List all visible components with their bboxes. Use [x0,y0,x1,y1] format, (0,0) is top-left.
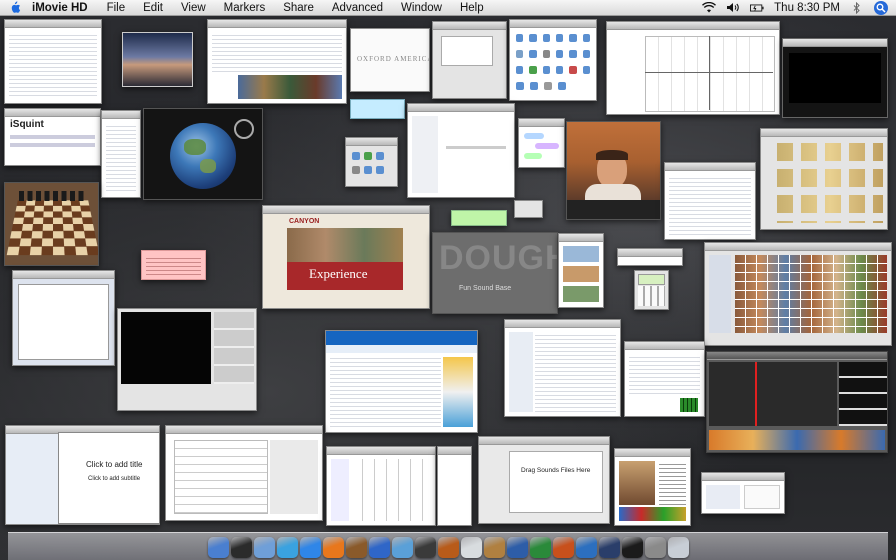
excel-icon[interactable] [529,536,551,558]
oxford-text: OXFORD AMERICAN [357,55,429,63]
experience-text: Experience [309,266,368,281]
address-book-icon[interactable] [483,536,505,558]
terminal-icon[interactable] [621,536,643,558]
bluetooth-icon[interactable] [850,1,864,14]
menu-file[interactable]: File [98,2,135,14]
window-text-list[interactable] [664,162,756,240]
window-webcam[interactable] [566,121,661,220]
window-dough[interactable]: DOUGH Fun Sound Base [432,232,558,314]
window-system-prefs[interactable] [509,19,597,101]
ppt-title: Click to add title [86,460,143,469]
itunes-icon[interactable] [368,536,390,558]
apple-menu-icon[interactable] [6,0,24,16]
dashboard-icon[interactable] [230,536,252,558]
safari-icon[interactable] [299,536,321,558]
window-calculator[interactable] [634,270,669,310]
window-pink-note[interactable] [141,250,206,280]
window-chat-bubbles[interactable] [518,118,565,168]
ichat-icon[interactable] [276,536,298,558]
window-panel-1[interactable] [101,110,141,198]
trash-icon[interactable] [667,536,689,558]
window-drag-sounds[interactable]: Drag Sounds Files Here [478,436,610,524]
canyon-logo: CANYON [289,218,320,225]
window-blank-canvas[interactable] [12,270,115,366]
window-small-pref[interactable] [617,248,683,266]
window-iphoto-grid-small[interactable] [760,128,888,230]
window-photo-strip[interactable] [558,233,604,308]
wifi-icon[interactable] [702,2,717,14]
firefox-icon[interactable] [322,536,344,558]
camino-icon[interactable] [345,536,367,558]
window-mail[interactable] [504,319,621,417]
window-dialog-1[interactable] [432,21,507,99]
drag-text: Drag Sounds Files Here [521,467,591,474]
system-preferences-icon[interactable] [644,536,666,558]
window-green-note[interactable] [451,210,507,226]
menu-edit[interactable]: Edit [134,2,172,14]
window-white-panel[interactable] [437,446,472,526]
isquint-title: iSquint [10,119,44,130]
menu-markers[interactable]: Markers [215,2,275,14]
window-small-icons[interactable] [345,137,398,187]
window-intel-site[interactable] [325,330,478,433]
status-area: Thu 8:30 PM [702,0,896,15]
word-icon[interactable] [506,536,528,558]
powerpoint-icon[interactable] [552,536,574,558]
window-iphoto-library[interactable] [704,242,892,346]
volume-icon[interactable] [726,2,740,14]
window-spreadsheet[interactable] [165,425,323,521]
entourage-icon[interactable] [575,536,597,558]
window-calendar[interactable] [326,446,436,526]
fun-text: Fun Sound Base [459,285,512,292]
window-small-dialog-2[interactable] [514,200,543,218]
mail-icon[interactable] [253,536,275,558]
garageband-icon[interactable] [437,536,459,558]
window-oxford-american[interactable]: OXFORD AMERICAN [350,28,430,92]
window-black-viewer[interactable] [782,38,888,118]
window-activity-monitor[interactable] [624,341,705,417]
window-canyon-site[interactable]: CANYON Experience [262,205,430,309]
clock[interactable]: Thu 8:30 PM [774,2,840,14]
window-itunes-browser[interactable] [207,19,347,104]
menu-advanced[interactable]: Advanced [323,2,392,14]
photoshop-icon[interactable] [598,536,620,558]
menu-app-name[interactable]: iMovie HD [24,2,98,14]
window-imovie[interactable] [706,351,888,453]
window-chat-list[interactable] [4,19,102,104]
window-teal-note[interactable] [350,99,405,119]
window-sky-photo[interactable] [122,32,193,87]
dough-text: DOUGH [439,239,558,277]
ppt-subtitle: Click to add subtitle [88,476,141,482]
iphoto-icon[interactable] [391,536,413,558]
desktop: iMovie HD File Edit View Markers Share A… [0,0,896,560]
menu-help[interactable]: Help [451,2,493,14]
menu-share[interactable]: Share [274,2,323,14]
dock [8,532,888,560]
menu-bar: iMovie HD File Edit View Markers Share A… [0,0,896,16]
ical-icon[interactable] [460,536,482,558]
menu-window[interactable]: Window [392,2,451,14]
window-blank-doc[interactable] [407,103,515,198]
window-isquint[interactable]: iSquint [4,108,101,166]
finder-icon[interactable] [207,536,229,558]
menu-view[interactable]: View [172,2,215,14]
window-powerpoint[interactable]: Click to add title Click to add subtitle [5,425,160,525]
battery-icon[interactable] [750,2,764,14]
window-magazine[interactable] [614,448,691,526]
window-google-earth[interactable] [143,108,263,200]
imovie-icon[interactable] [414,536,436,558]
window-black-panes[interactable] [117,308,257,411]
window-small-list[interactable] [701,472,785,514]
spotlight-icon[interactable] [874,0,888,15]
window-graph[interactable] [606,21,780,115]
window-chess[interactable] [4,182,99,266]
